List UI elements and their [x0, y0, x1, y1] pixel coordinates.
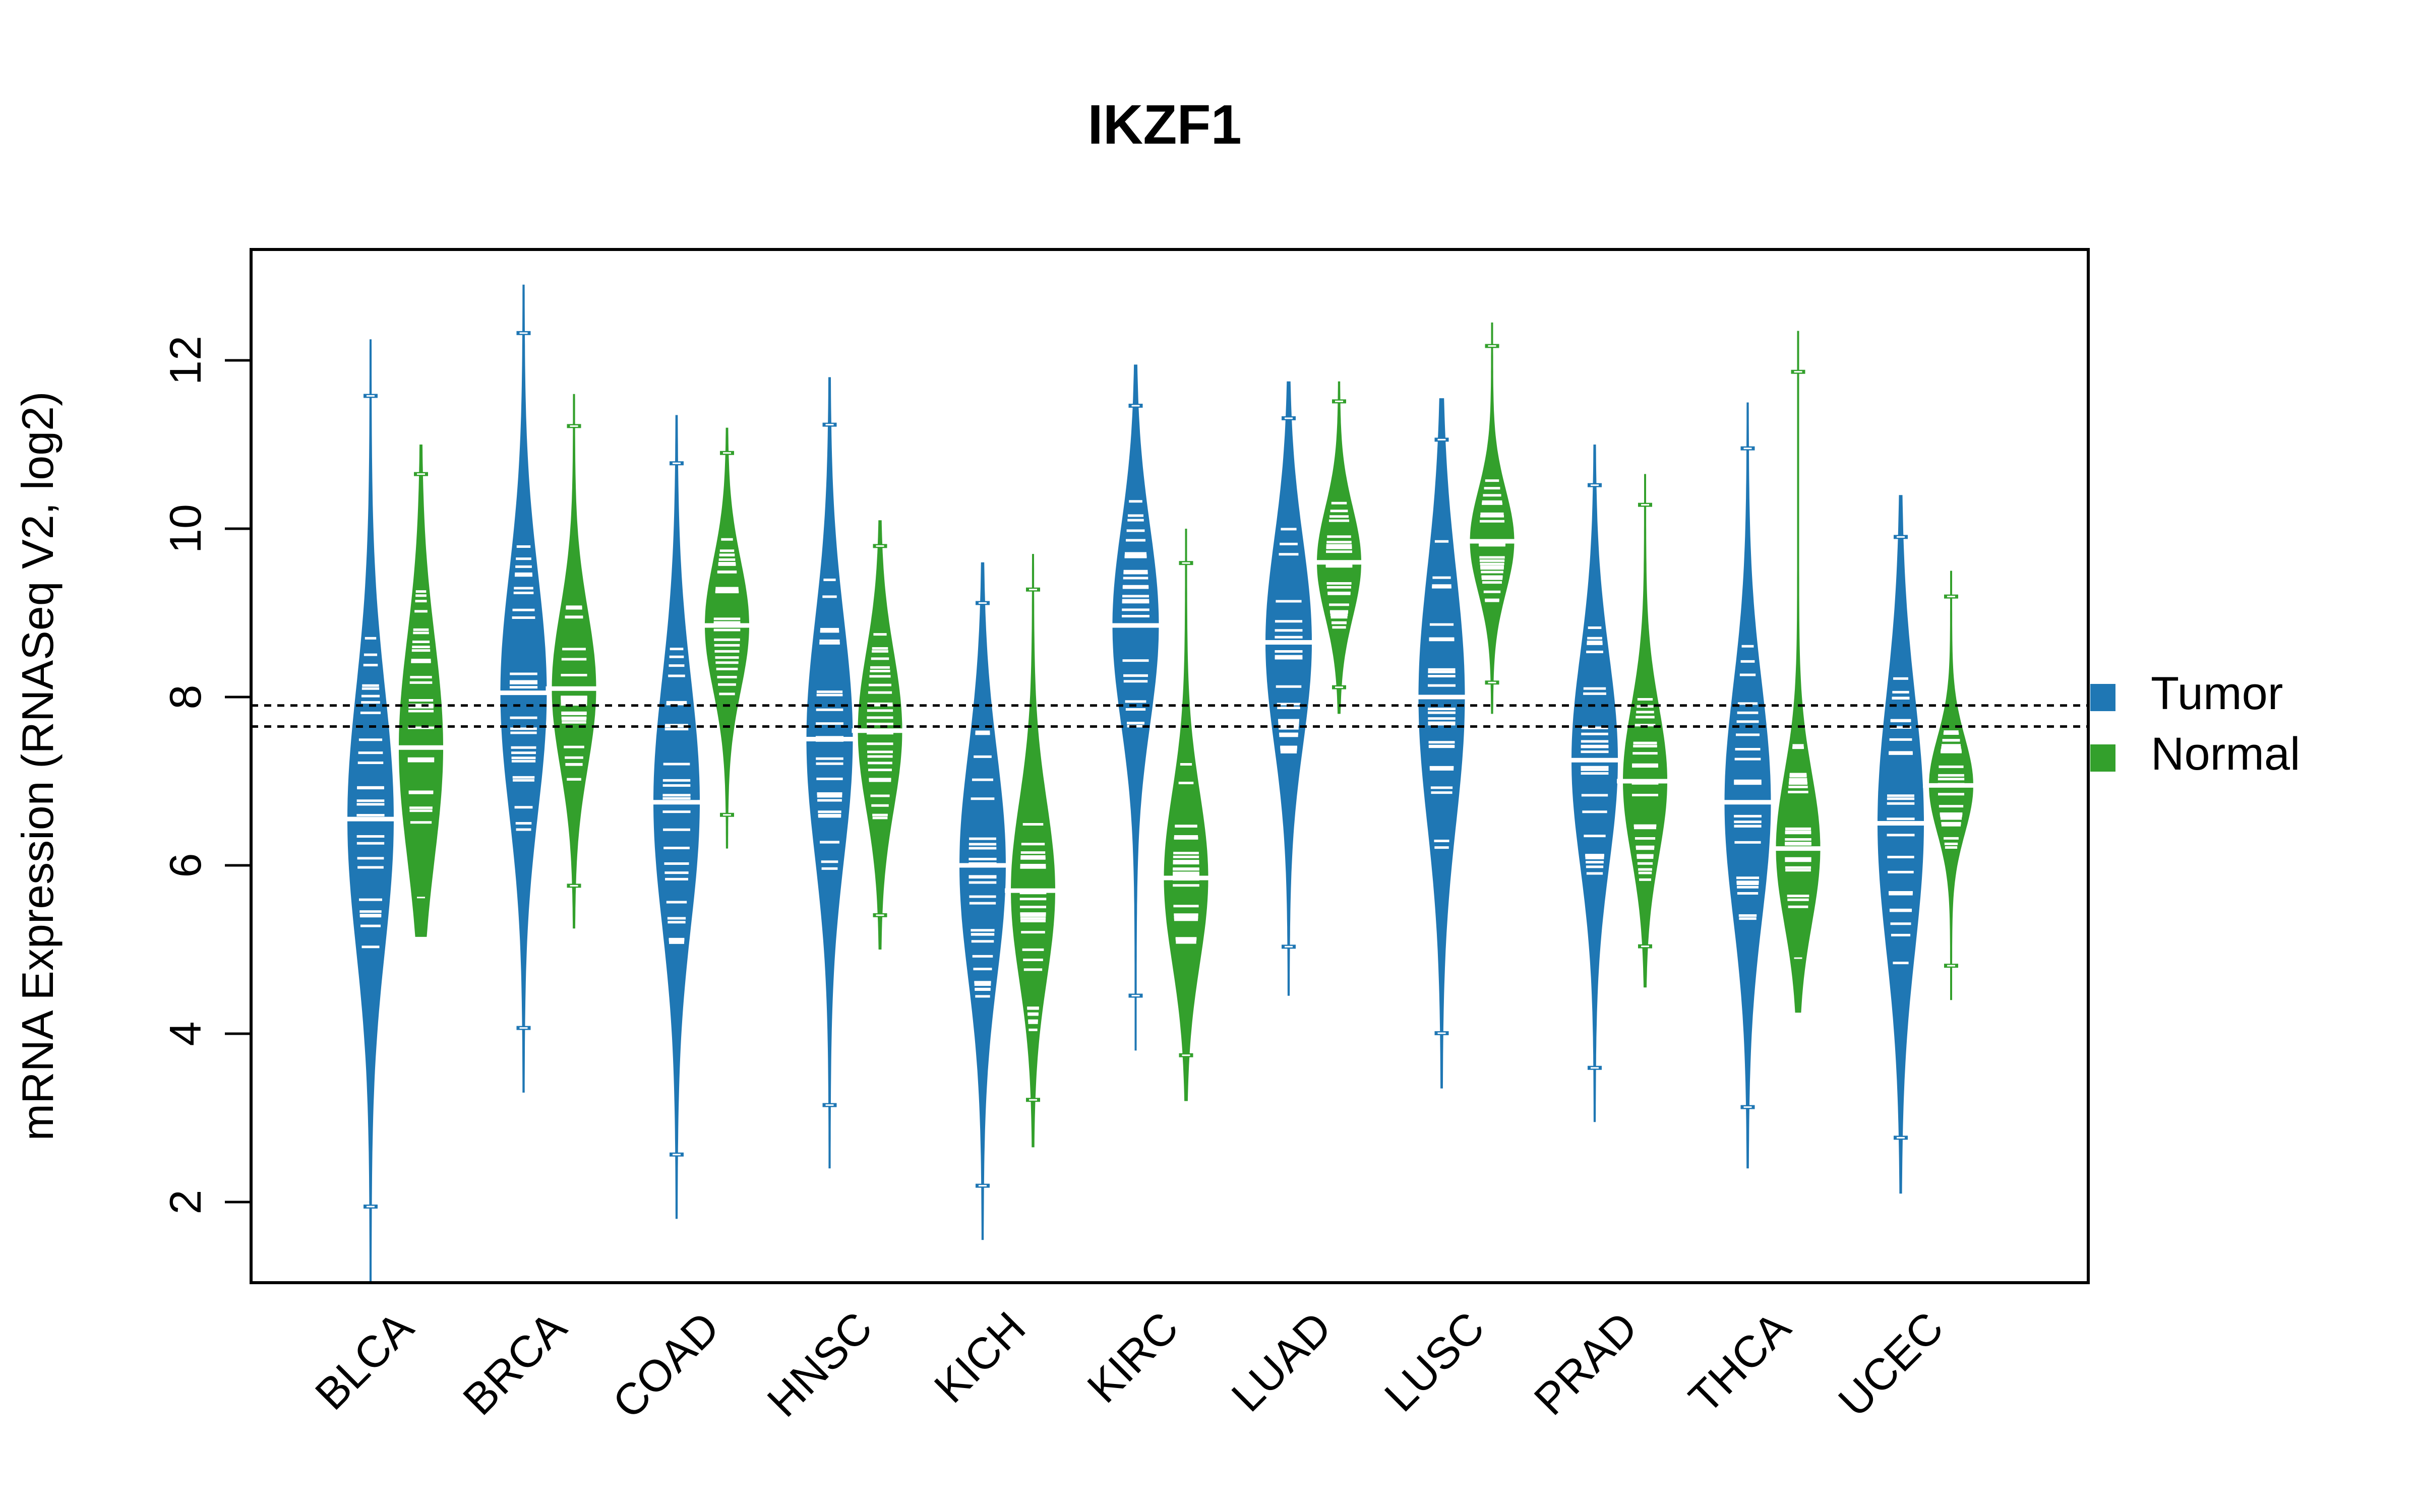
x-tick-label: UCEC [1829, 1302, 1953, 1426]
x-tick-label: HNSC [758, 1302, 882, 1426]
violin-body [1011, 554, 1055, 1148]
y-tick-label: 8 [160, 685, 210, 710]
violin-body [653, 415, 700, 1219]
violin-body [1112, 364, 1159, 1051]
violin-tumor-kich [953, 562, 1012, 1240]
violin-normal-luad [1311, 381, 1367, 714]
violin-tumor-luad [1259, 381, 1318, 996]
x-tick-label: KICH [925, 1302, 1035, 1412]
violin-normal-coad [699, 427, 755, 849]
violin-body [1164, 529, 1208, 1101]
violin-body [1776, 331, 1821, 1013]
legend-swatch-normal [2090, 744, 2115, 772]
violin-normal-lusc [1464, 322, 1521, 714]
violin-tumor-ucec [1871, 495, 1930, 1194]
chart-title: IKZF1 [1087, 94, 1242, 156]
violin-body [347, 339, 394, 1282]
y-tick-label: 2 [160, 1190, 210, 1215]
y-tick-label: 12 [160, 336, 210, 385]
violin-normal-thca [1770, 331, 1827, 1013]
violin-body [1571, 445, 1618, 1122]
legend-label-normal: Normal [2151, 728, 2300, 780]
violin-tumor-coad [647, 415, 706, 1219]
violin-normal-ucec [1923, 571, 1979, 1000]
x-tick-label: LUSC [1375, 1302, 1494, 1421]
x-tick-label: LUAD [1222, 1302, 1341, 1421]
violin-body [1265, 381, 1312, 996]
violin-body [1623, 474, 1667, 988]
violin-normal-brca [546, 394, 602, 929]
violin-body [1470, 322, 1515, 714]
y-tick-label: 10 [160, 504, 210, 553]
violin-body [552, 394, 596, 929]
x-axis: BLCA BRCA COAD HNSC KICH KIRC LUAD LUSC PRAD THCA… [306, 1302, 1953, 1428]
violin-normal-kich [1005, 554, 1061, 1148]
violin-tumor-hnsc [800, 377, 859, 1169]
y-axis-label: mRNA Expression (RNASeq V2, log2) [13, 392, 63, 1141]
violin-body [399, 445, 443, 937]
legend-swatch-tumor [2090, 684, 2115, 711]
violin-tumor-kirc [1106, 364, 1165, 1051]
violin-body [858, 520, 902, 950]
y-tick-label: 6 [160, 853, 210, 878]
legend: Tumor Normal [2090, 668, 2300, 780]
chart: IKZF1 2 4 6 8 10 12 BLCA BRCA COAD HNSC KICH KIRC L… [13, 94, 2300, 1428]
y-axis: 2 4 6 8 10 12 [160, 336, 251, 1214]
violin-tumor-thca [1718, 402, 1777, 1169]
violin-body [806, 377, 853, 1169]
x-tick-label: KIRC [1077, 1302, 1188, 1412]
x-tick-label: BLCA [306, 1302, 423, 1419]
violin-normal-blca [393, 445, 449, 937]
violin-body [705, 427, 749, 849]
violin-tumor-lusc [1412, 398, 1471, 1089]
x-tick-label: THCA [1679, 1302, 1800, 1423]
violin-tumor-prad [1565, 445, 1624, 1122]
x-tick-label: COAD [603, 1302, 729, 1428]
legend-label-tumor: Tumor [2151, 668, 2283, 719]
x-tick-label: PRAD [1525, 1302, 1647, 1424]
violin-body [500, 284, 547, 1093]
violin-normal-prad [1617, 474, 1673, 988]
violin-body [1878, 495, 1924, 1194]
violin-normal-kirc [1158, 529, 1215, 1101]
violin-body [959, 562, 1006, 1240]
violin-layer [341, 284, 1979, 1282]
violin-normal-hnsc [852, 520, 909, 950]
violin-tumor-blca [341, 339, 400, 1282]
violin-body [1724, 402, 1771, 1169]
x-tick-label: BRCA [453, 1302, 576, 1424]
y-tick-label: 4 [160, 1022, 210, 1046]
violin-tumor-brca [494, 284, 553, 1093]
